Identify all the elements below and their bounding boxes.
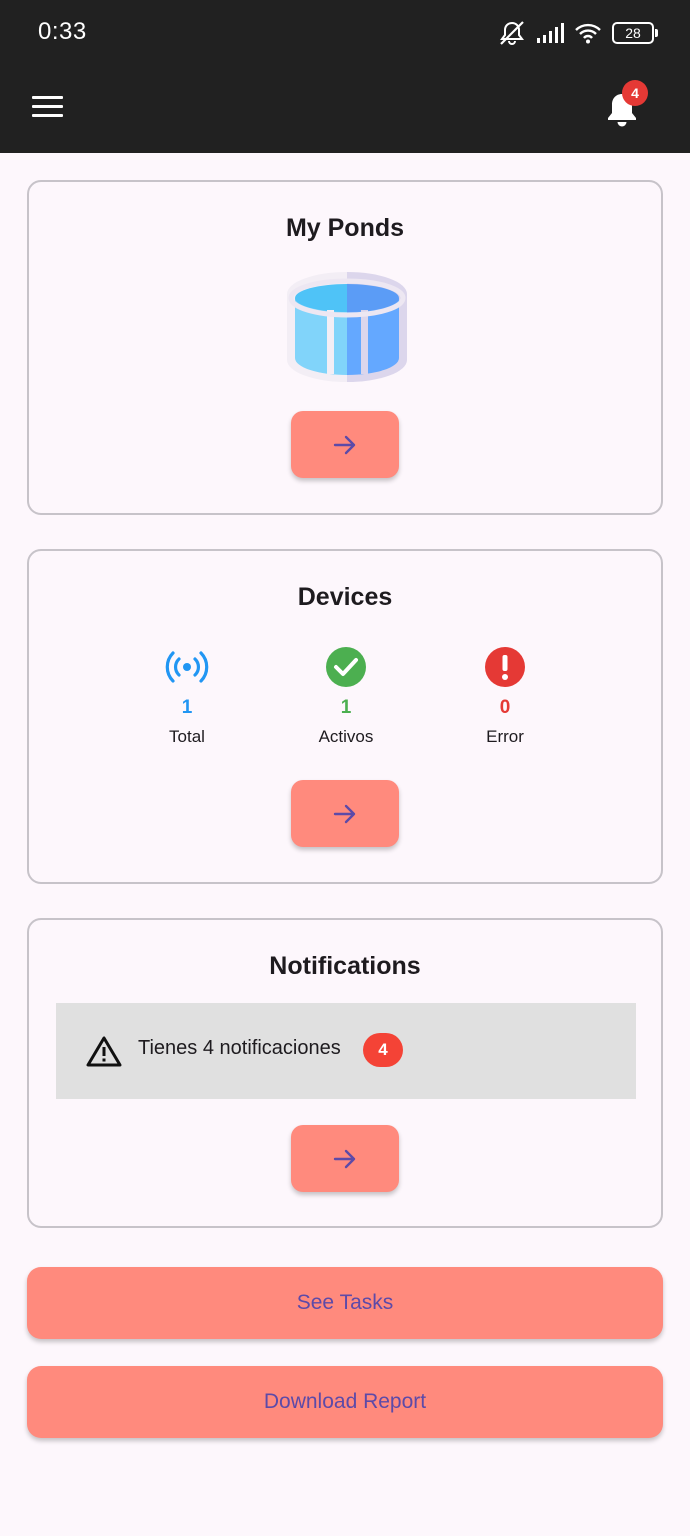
notification-message: Tienes 4 notificaciones	[138, 1037, 341, 1059]
devices-stat-total: 1 Total	[127, 645, 247, 747]
see-tasks-button[interactable]: See Tasks	[27, 1267, 663, 1339]
ponds-card-title: My Ponds	[285, 214, 405, 242]
signal-broadcast-icon	[165, 651, 209, 683]
devices-error-value: 0	[499, 697, 511, 718]
ponds-open-button[interactable]	[291, 411, 399, 478]
notification-summary[interactable]: Tienes 4 notificaciones 4	[56, 1003, 636, 1099]
notifications-off-icon	[500, 21, 524, 45]
devices-stat-error: 0 Error	[445, 645, 565, 747]
devices-active-value: 1	[340, 697, 352, 718]
devices-open-button[interactable]	[291, 780, 399, 847]
warning-icon	[86, 1036, 122, 1067]
devices-card-title: Devices	[297, 583, 393, 611]
arrow-right-icon	[333, 1149, 356, 1168]
notifications-open-button[interactable]	[291, 1125, 399, 1192]
wifi-icon	[575, 23, 601, 44]
app-bar: 4	[0, 66, 690, 153]
devices-total-value: 1	[181, 697, 193, 718]
signal-icon	[537, 23, 564, 43]
notification-badge: 4	[363, 1033, 403, 1067]
devices-stat-active: 1 Activos	[286, 645, 406, 747]
error-circle-icon	[485, 647, 525, 687]
check-circle-icon	[326, 647, 366, 687]
devices-error-label: Error	[486, 727, 524, 746]
pond-icon	[287, 272, 407, 382]
ponds-card: My Ponds	[27, 180, 663, 515]
arrow-right-icon	[333, 804, 356, 823]
battery-icon: 28	[612, 22, 658, 44]
notification-count-badge: 4	[622, 80, 648, 106]
notifications-card-title: Notifications	[269, 952, 421, 980]
devices-card: Devices 1 Total 1 Activos 0 Error	[27, 549, 663, 884]
status-time: 0:33	[38, 18, 87, 45]
status-bar: 0:33 28	[0, 0, 690, 66]
battery-level: 28	[625, 25, 641, 41]
devices-total-label: Total	[169, 727, 205, 746]
menu-button[interactable]	[26, 88, 70, 132]
devices-active-label: Activos	[318, 727, 374, 746]
notifications-card: Notifications Tienes 4 notificaciones 4	[27, 918, 663, 1228]
arrow-right-icon	[333, 435, 356, 454]
download-report-button[interactable]: Download Report	[27, 1366, 663, 1438]
notifications-bell-button[interactable]: 4	[598, 80, 648, 132]
status-icons: 28	[498, 20, 658, 46]
